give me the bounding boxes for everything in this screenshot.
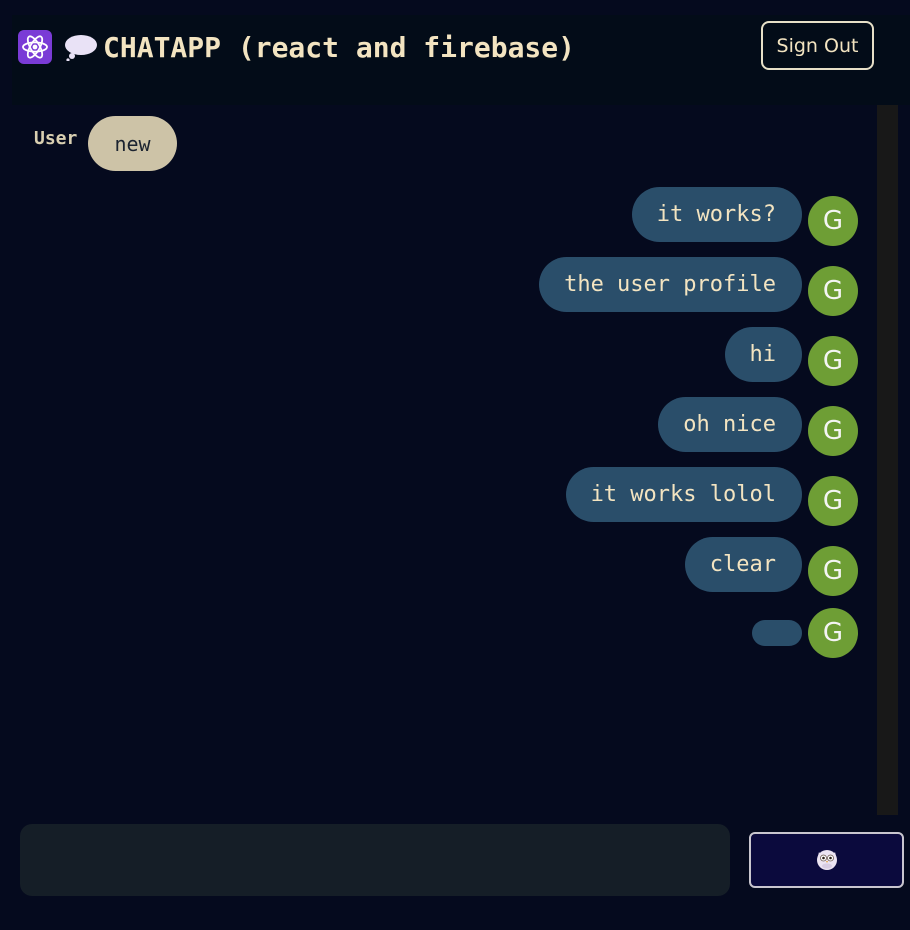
chat-message: clear G: [684, 536, 858, 601]
app-title: CHATAPP (react and firebase): [103, 31, 576, 64]
system-user-label: User: [34, 128, 78, 149]
chat-message: oh nice G: [658, 396, 858, 461]
chat-message: hi G: [724, 326, 858, 391]
chat-message: G: [752, 603, 858, 663]
message-bubble: clear: [684, 536, 802, 592]
thought-bubble-icon: [64, 33, 98, 62]
user-avatar[interactable]: G: [808, 406, 858, 456]
chat-message: it works? G: [631, 186, 858, 251]
message-bubble: oh nice: [658, 396, 802, 452]
chat-scrollbar[interactable]: [877, 105, 898, 815]
message-bubble: hi: [724, 326, 802, 382]
user-avatar[interactable]: G: [808, 196, 858, 246]
sign-out-button[interactable]: Sign Out: [761, 21, 874, 70]
send-button[interactable]: [749, 832, 904, 888]
system-message-bubble: new: [88, 116, 177, 171]
message-input[interactable]: [20, 824, 730, 896]
react-atom-icon: [18, 30, 52, 64]
message-bubble: [752, 620, 802, 646]
owl-icon: [815, 847, 839, 874]
chat-message: the user profile G: [539, 256, 858, 321]
user-avatar[interactable]: G: [808, 476, 858, 526]
user-avatar[interactable]: G: [808, 608, 858, 658]
message-bubble: it works lolol: [565, 466, 802, 522]
message-bubble: the user profile: [539, 256, 802, 312]
user-avatar[interactable]: G: [808, 546, 858, 596]
chat-message: it works lolol G: [565, 466, 858, 531]
user-avatar[interactable]: G: [808, 266, 858, 316]
user-avatar[interactable]: G: [808, 336, 858, 386]
message-bubble: it works?: [631, 186, 802, 242]
